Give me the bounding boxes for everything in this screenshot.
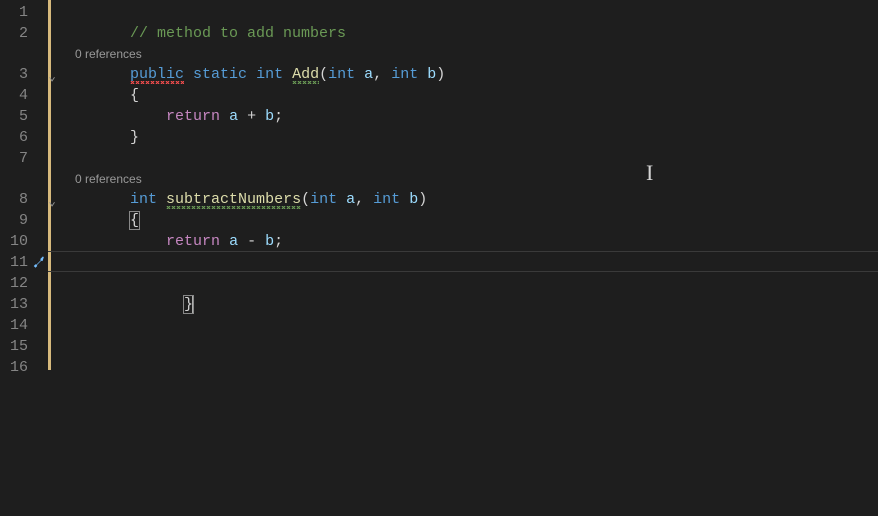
line-number[interactable]: 6	[0, 127, 48, 148]
method-token: Add	[292, 66, 319, 84]
line-number[interactable]: 2	[0, 23, 48, 44]
brace-token: {	[129, 211, 140, 230]
variable-token: b	[427, 66, 436, 83]
indent	[58, 108, 166, 125]
chevron-down-icon[interactable]: ⌄	[46, 66, 58, 87]
code-line[interactable]: return a - b;	[48, 231, 878, 252]
indent	[58, 66, 130, 83]
type-token: int	[391, 66, 418, 83]
type-token: int	[328, 66, 355, 83]
indent	[58, 191, 130, 208]
line-number[interactable]: 5	[0, 106, 48, 127]
code-line[interactable]	[48, 294, 878, 315]
code-line[interactable]: ⌄ int subtractNumbers(int a, int b)	[48, 189, 878, 210]
current-line-highlight	[48, 251, 878, 272]
punctuation-token: )	[418, 191, 427, 208]
brace-token: {	[130, 87, 139, 104]
codelens-reference-count[interactable]: 0 references	[48, 44, 878, 64]
line-number[interactable]: 12	[0, 273, 48, 294]
line-number[interactable]: 9	[0, 210, 48, 231]
variable-token: a	[229, 108, 238, 125]
indent	[58, 233, 166, 250]
code-line[interactable]: }	[48, 127, 878, 148]
variable-token: a	[229, 233, 238, 250]
code-line[interactable]: // method to add numbers	[48, 23, 878, 44]
code-line[interactable]: ⌄ public static int Add(int a, int b)	[48, 64, 878, 85]
line-number-gutter[interactable]: 1 2 3 4 5 6 7 8 9 10 11 12 13 14 15 16	[0, 0, 48, 516]
type-token: int	[310, 191, 337, 208]
codelens-gutter-spacer	[0, 169, 48, 189]
punctuation-token: (	[301, 191, 310, 208]
code-line[interactable]	[48, 357, 878, 378]
punctuation-token: ,	[373, 66, 382, 83]
codelens-gutter-spacer	[0, 44, 48, 64]
keyword-token: static	[193, 66, 247, 83]
indent	[58, 212, 130, 229]
code-line[interactable]	[48, 148, 878, 169]
line-number[interactable]: 4	[0, 85, 48, 106]
line-number[interactable]: 10	[0, 231, 48, 252]
operator-token: -	[247, 233, 256, 250]
punctuation-token: ;	[274, 108, 283, 125]
indent	[58, 87, 130, 104]
punctuation-token: ,	[355, 191, 364, 208]
line-number[interactable]: 3	[0, 64, 48, 85]
codelens-reference-count[interactable]: 0 references	[48, 169, 878, 189]
line-number[interactable]: 16	[0, 357, 48, 378]
code-line[interactable]: return a + b;	[48, 106, 878, 127]
code-line[interactable]: {	[48, 85, 878, 106]
line-number[interactable]: 8	[0, 189, 48, 210]
line-number[interactable]: 13	[0, 294, 48, 315]
code-line[interactable]	[48, 2, 878, 23]
indent	[58, 129, 130, 146]
operator-token: +	[247, 108, 256, 125]
type-token: int	[373, 191, 400, 208]
comment-token: // method to add numbers	[130, 25, 346, 42]
line-number[interactable]: 14	[0, 315, 48, 336]
keyword-token: public	[130, 66, 184, 84]
chevron-down-icon[interactable]: ⌄	[46, 191, 58, 212]
code-content[interactable]: // method to add numbers 0 references ⌄ …	[48, 0, 878, 516]
line-number[interactable]: 15	[0, 336, 48, 357]
line-number[interactable]: 11	[0, 252, 48, 273]
variable-token: a	[364, 66, 373, 83]
type-token: int	[256, 66, 283, 83]
variable-token: b	[265, 108, 274, 125]
code-line[interactable]	[48, 315, 878, 336]
punctuation-token: (	[319, 66, 328, 83]
variable-token: b	[409, 191, 418, 208]
code-line-current[interactable]: }	[48, 252, 878, 273]
brace-token: }	[130, 129, 139, 146]
variable-token: b	[265, 233, 274, 250]
code-editor[interactable]: 1 2 3 4 5 6 7 8 9 10 11 12 13 14 15 16 /…	[0, 0, 878, 516]
code-line[interactable]	[48, 336, 878, 357]
punctuation-token: )	[436, 66, 445, 83]
method-token: subtractNumbers	[166, 191, 301, 209]
screwdriver-icon[interactable]	[32, 255, 46, 269]
code-line[interactable]: {	[48, 210, 878, 231]
variable-token: a	[346, 191, 355, 208]
keyword-token: return	[166, 233, 220, 250]
code-line[interactable]	[48, 273, 878, 294]
line-number[interactable]: 1	[0, 2, 48, 23]
punctuation-token: ;	[274, 233, 283, 250]
type-token: int	[130, 191, 157, 208]
line-number[interactable]: 7	[0, 148, 48, 169]
indent	[58, 25, 130, 42]
keyword-token: return	[166, 108, 220, 125]
